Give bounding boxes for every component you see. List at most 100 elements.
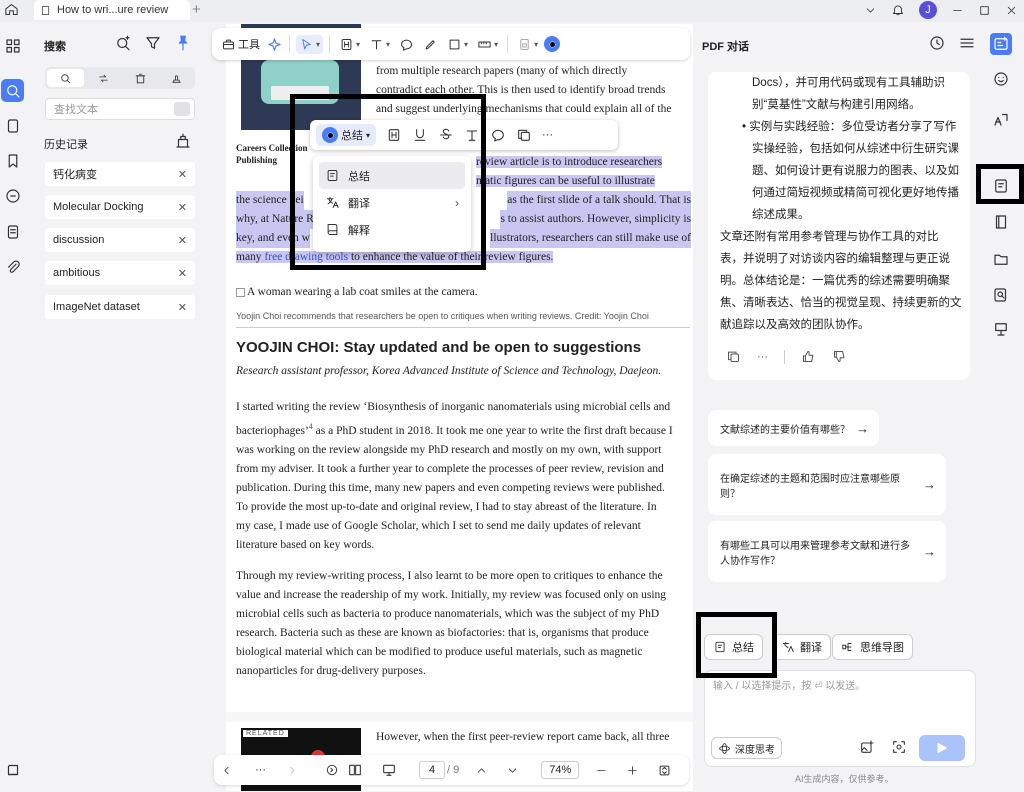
highlight-tool[interactable]: ▾ [336,35,363,54]
search-mode-replace[interactable] [86,67,123,89]
history-item[interactable]: 钙化病变 ✕ [45,162,195,186]
emoji-icon[interactable] [990,68,1012,90]
settings-sliders-icon[interactable] [958,34,976,52]
remove-history-icon[interactable]: ✕ [178,234,187,247]
chevron-down-icon[interactable] [506,764,519,777]
chevron-up-icon[interactable] [475,764,488,777]
ai-sparkle-icon[interactable] [266,36,283,53]
avatar[interactable]: J [919,1,937,19]
stamp-tool[interactable]: ▾ [514,35,541,54]
history-clock-icon[interactable] [928,34,946,52]
chevron-left-icon[interactable] [220,764,233,777]
attachment-icon[interactable] [1,256,24,279]
new-tab-button[interactable]: + [192,1,201,18]
close-icon[interactable] [1005,4,1018,17]
broken-image-icon [236,288,245,297]
pin-icon[interactable] [174,34,192,52]
ai-chat-icon[interactable] [990,33,1012,55]
fit-page-icon[interactable] [657,763,672,778]
suggestion-1[interactable]: 文献综述的主要价值有哪些？ → [708,410,879,446]
help-icon[interactable] [1,758,24,781]
page-number-input[interactable]: 4 [419,761,445,779]
clear-history-icon[interactable] [174,132,192,150]
more-icon[interactable]: ··· [757,351,768,363]
apps-grid-icon[interactable] [1,34,24,57]
ai-assistant-icon[interactable] [544,36,561,52]
remove-history-icon[interactable]: ✕ [178,267,187,280]
history-item[interactable]: Molecular Docking ✕ [45,195,195,219]
shape-tool[interactable]: ▾ [444,35,471,54]
minimize-icon[interactable] [951,4,964,17]
suggestion-3[interactable]: 有哪些工具可以用来管理参考文献和进行多人协作写作？ → [708,521,946,582]
send-button[interactable] [919,735,965,761]
suggestion-2[interactable]: 在确定综述的主题和范围时应注意哪些原则？ → [708,454,946,515]
mindmap-icon [841,640,855,654]
ai-answer-card: Docs），并可用代码或现有工具辅助识 别“莫基性”文献与构建引用网络。 • 实… [708,72,970,380]
chat-input-box[interactable]: 输入 / 以选择提示，按 ⏎ 以发送。 深度思考 [704,670,976,767]
arrow-right-icon: → [856,420,869,436]
circle-chevron-icon[interactable] [325,763,339,777]
answer-actions: ··· [726,349,847,364]
chevron-right-icon[interactable] [286,764,299,777]
history-item[interactable]: ImageNet dataset ✕ [45,295,195,319]
pen-icon [423,37,438,52]
history-item[interactable]: ambitious ✕ [45,261,195,285]
search-input[interactable]: 查找文本 [45,98,195,120]
presentation-icon[interactable] [990,318,1012,340]
search-submit-button[interactable] [174,102,190,116]
filter-icon[interactable] [144,34,162,52]
book-icon[interactable] [990,211,1012,233]
search-mode-text[interactable] [47,69,84,87]
page-view-icon[interactable] [347,762,363,778]
more-icon[interactable]: ··· [542,129,553,141]
remove-history-icon[interactable]: ✕ [178,168,187,181]
remove-history-icon[interactable]: ✕ [178,301,187,314]
history-item[interactable]: discussion ✕ [45,228,195,252]
home-icon[interactable] [4,2,19,17]
maximize-icon[interactable] [978,4,991,17]
ai-search-icon[interactable] [114,34,132,52]
select-tool[interactable]: ▾ [296,34,324,54]
search-mode-redact[interactable] [122,67,159,89]
folder-icon[interactable] [990,248,1012,270]
page-icon[interactable] [1,114,24,137]
bell-icon[interactable] [891,3,905,17]
more-pages-button[interactable]: ··· [255,764,266,776]
search-panel: 搜索 查找文本 历史记录 钙化病变 ✕ Molecular Docking ✕ di… [28,24,208,792]
tools-button[interactable]: 工具 [218,34,263,54]
bookmark-icon[interactable] [1,149,24,172]
comment-icon[interactable] [1,184,24,207]
search-icon[interactable] [1,79,24,102]
thumbs-down-icon[interactable] [832,349,847,364]
measure-tool[interactable]: ▾ [474,35,501,54]
document-tab[interactable]: How to wri...ure review [34,0,190,20]
atom-icon [718,742,731,755]
zoom-input[interactable]: 74% [541,761,580,779]
image-upload-icon[interactable] [859,739,875,755]
search-panel-title: 搜索 [44,41,66,53]
copy-icon[interactable] [726,349,741,364]
search-mode-stamp[interactable] [159,67,196,89]
comment-bubble-icon[interactable] [490,127,506,143]
search-doc-icon[interactable] [990,284,1012,306]
window-controls: J [864,1,1018,19]
zoom-in-icon[interactable] [626,764,639,777]
copy-icon[interactable] [516,127,532,143]
deep-think-toggle[interactable]: 深度思考 [711,737,782,759]
mindmap-button[interactable]: 思维导图 [832,634,913,660]
thumbs-up-icon[interactable] [801,349,816,364]
translate-icon[interactable] [990,108,1012,130]
chat-input-placeholder: 输入 / 以选择提示，按 ⏎ 以发送。 [713,681,866,692]
zoom-out-icon[interactable] [595,764,608,777]
pen-tool[interactable] [420,35,441,54]
chat-panel-actions [928,34,976,52]
layers-icon[interactable] [1,220,24,243]
arrow-right-icon: → [923,477,936,492]
remove-history-icon[interactable]: ✕ [178,201,187,214]
chevron-down-icon[interactable] [864,4,877,17]
comment-tool[interactable] [396,35,417,54]
text-tool[interactable]: ▾ [366,35,393,54]
translate-button[interactable]: 翻译 [772,634,831,660]
presentation-icon[interactable] [381,762,397,778]
screenshot-icon[interactable] [891,739,907,755]
